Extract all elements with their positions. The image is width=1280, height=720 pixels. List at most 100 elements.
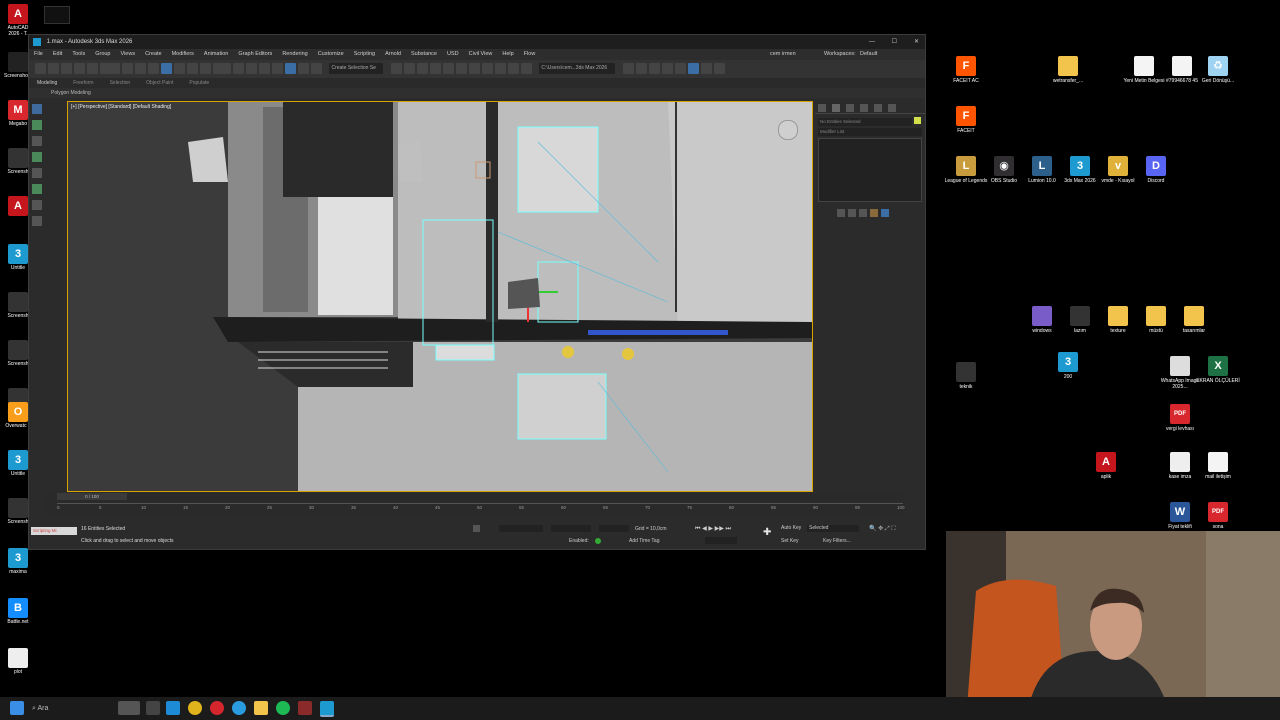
snap-icon[interactable] bbox=[259, 63, 270, 74]
widgets-icon[interactable] bbox=[118, 701, 140, 715]
desktop-shortcut[interactable]: F FACEIT bbox=[944, 106, 988, 134]
menu-modifiers[interactable]: Modifiers bbox=[172, 49, 194, 60]
open-icon[interactable] bbox=[622, 63, 634, 74]
make-unique-icon[interactable] bbox=[859, 209, 867, 217]
save-icon[interactable] bbox=[635, 63, 647, 74]
edge-alt-icon[interactable] bbox=[232, 701, 246, 715]
desktop-shortcut[interactable]: 3 maxima bbox=[4, 548, 32, 575]
menu-tools[interactable]: Tools bbox=[72, 49, 85, 60]
settings-icon[interactable] bbox=[700, 63, 712, 74]
left-tool-icon[interactable] bbox=[32, 216, 42, 226]
display-tab-icon[interactable] bbox=[874, 104, 882, 112]
desktop-shortcut[interactable]: A AutoCAD 2026 - T. bbox=[4, 4, 32, 37]
move-icon[interactable] bbox=[161, 63, 172, 74]
menu-animation[interactable]: Animation bbox=[204, 49, 228, 60]
select-by-name-icon[interactable] bbox=[135, 63, 146, 74]
desktop-shortcut[interactable]: plot bbox=[4, 648, 32, 675]
edit-named-selection-icon[interactable] bbox=[311, 63, 322, 74]
menu-arnold[interactable]: Arnold bbox=[385, 49, 401, 60]
edge-icon[interactable] bbox=[166, 701, 180, 715]
color-swatch[interactable] bbox=[914, 117, 921, 124]
left-tool-icon[interactable] bbox=[32, 120, 42, 130]
region-select-icon[interactable] bbox=[148, 63, 159, 74]
motion-tab-icon[interactable] bbox=[860, 104, 868, 112]
time-slider[interactable]: 0 / 100 bbox=[57, 493, 127, 500]
render-cloud-icon[interactable] bbox=[713, 63, 725, 74]
object-name-field[interactable]: No Entities Selected bbox=[818, 118, 912, 126]
key-filters-button[interactable]: Key Filters... bbox=[823, 538, 851, 544]
desktop-shortcut[interactable]: X EKRAN ÖLÇÜLERİ bbox=[1196, 356, 1240, 384]
arnold-icon[interactable] bbox=[674, 63, 686, 74]
viewcube-icon[interactable] bbox=[778, 120, 798, 140]
left-tool-icon[interactable] bbox=[32, 104, 42, 114]
menu-views[interactable]: Views bbox=[121, 49, 136, 60]
left-tool-icon[interactable] bbox=[32, 152, 42, 162]
selection-set-input[interactable]: Create Selection Se bbox=[329, 63, 384, 74]
left-tool-icon[interactable] bbox=[32, 184, 42, 194]
desktop-shortcut[interactable]: 3 200 bbox=[1046, 352, 1090, 380]
left-tool-icon[interactable] bbox=[32, 136, 42, 146]
undo-icon[interactable] bbox=[35, 63, 46, 74]
desktop-shortcut[interactable]: PDF sona bbox=[1196, 502, 1240, 530]
redo-icon[interactable] bbox=[48, 63, 59, 74]
show-end-result-icon[interactable] bbox=[848, 209, 856, 217]
coord-x-field[interactable] bbox=[499, 525, 543, 532]
selected-dropdown[interactable]: Selected bbox=[807, 525, 859, 532]
menu-scripting[interactable]: Scripting bbox=[354, 49, 375, 60]
schematic-view-icon[interactable] bbox=[468, 63, 480, 74]
taskbar-search[interactable]: ⌕ Ara bbox=[32, 702, 132, 715]
auto-key-button[interactable]: Auto Key bbox=[781, 525, 801, 531]
scene-explorer-icon[interactable] bbox=[429, 63, 441, 74]
left-tool-icon[interactable] bbox=[32, 168, 42, 178]
align-icon[interactable] bbox=[403, 63, 415, 74]
modifier-list-dropdown[interactable]: Modifier List bbox=[818, 128, 922, 136]
ribbon-tab-object-paint[interactable]: Object Paint bbox=[146, 78, 173, 88]
left-tool-icon[interactable] bbox=[32, 200, 42, 210]
3dsmax-taskbar-icon[interactable] bbox=[320, 701, 334, 717]
desktop-shortcut[interactable]: PDF vergi levhası bbox=[1158, 404, 1202, 432]
desktop-shortcut[interactable]: teknik bbox=[944, 362, 988, 390]
ribbon-sub-label[interactable]: Polygon Modeling bbox=[51, 90, 91, 96]
maximize-button[interactable]: ☐ bbox=[892, 35, 897, 49]
menu-customize[interactable]: Customize bbox=[318, 49, 344, 60]
percent-snap-icon[interactable] bbox=[285, 63, 296, 74]
mirror-icon[interactable] bbox=[390, 63, 402, 74]
enabled-toggle-icon[interactable] bbox=[595, 538, 601, 544]
minimize-button[interactable]: — bbox=[869, 35, 875, 49]
angle-snap-icon[interactable] bbox=[272, 63, 283, 74]
menu-flow[interactable]: Flow bbox=[524, 49, 536, 60]
hold-icon[interactable] bbox=[648, 63, 660, 74]
current-frame-field[interactable] bbox=[705, 537, 737, 544]
desktop-shortcut[interactable]: ♻ Geri Dönüşü... bbox=[1196, 56, 1240, 84]
ribbon-toggle-icon[interactable] bbox=[442, 63, 454, 74]
viewport-label[interactable]: [+] [Perspective] [Standard] [Default Sh… bbox=[71, 104, 171, 110]
perspective-viewport[interactable]: [+] [Perspective] [Standard] [Default Sh… bbox=[67, 101, 813, 492]
menu-help[interactable]: Help bbox=[502, 49, 513, 60]
playback-controls[interactable]: ⏮ ◀ ▶ ▶▶ ⏭ bbox=[695, 525, 731, 533]
close-button[interactable]: ✕ bbox=[914, 35, 919, 49]
workspace-select[interactable]: Default bbox=[860, 49, 877, 60]
render-icon[interactable] bbox=[520, 63, 532, 74]
fetch-icon[interactable] bbox=[661, 63, 673, 74]
desktop-shortcut[interactable]: D Discord bbox=[1134, 156, 1178, 184]
menu-create[interactable]: Create bbox=[145, 49, 162, 60]
desktop-shortcut[interactable]: tasarımlar bbox=[1172, 306, 1216, 334]
add-time-tag[interactable]: Add Time Tag bbox=[629, 538, 659, 544]
user-name[interactable]: cem irmen bbox=[770, 49, 796, 60]
coord-y-field[interactable] bbox=[551, 525, 591, 532]
pivot-icon[interactable] bbox=[233, 63, 244, 74]
viewport-scene[interactable] bbox=[68, 102, 812, 491]
screenshot-thumbnail[interactable] bbox=[44, 6, 70, 24]
file-explorer-icon[interactable] bbox=[254, 701, 268, 715]
task-view-icon[interactable] bbox=[146, 701, 160, 715]
curve-editor-icon[interactable] bbox=[455, 63, 467, 74]
menu-graph-editors[interactable]: Graph Editors bbox=[238, 49, 272, 60]
spotify-icon[interactable] bbox=[276, 701, 290, 715]
coord-z-field[interactable] bbox=[599, 525, 629, 532]
menu-usd[interactable]: USD bbox=[447, 49, 459, 60]
place-icon[interactable] bbox=[200, 63, 211, 74]
screenshot-app-icon[interactable] bbox=[298, 701, 312, 715]
menu-rendering[interactable]: Rendering bbox=[282, 49, 307, 60]
pin-stack-icon[interactable] bbox=[837, 209, 845, 217]
link-icon[interactable] bbox=[61, 63, 72, 74]
